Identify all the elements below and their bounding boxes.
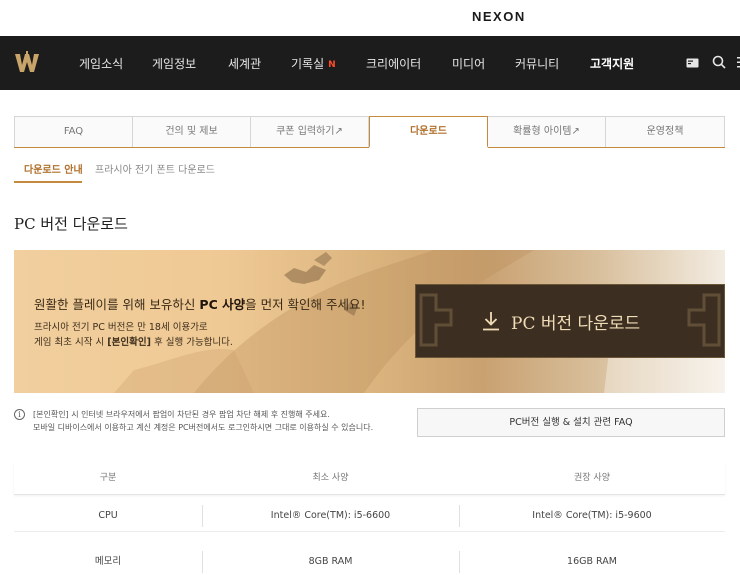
pc-download-label: PC 버전 다운로드	[511, 314, 641, 334]
notice-line1: [본인확인] 시 인터넷 브라우저에서 팝업이 차단된 경우 팝업 차단 해제 …	[33, 410, 330, 419]
tab-operation-policy[interactable]: 운영정책	[605, 116, 725, 148]
nav-item-world[interactable]: 세계관	[228, 55, 261, 72]
tab-suggestion[interactable]: 건의 및 제보	[132, 116, 251, 148]
tab-probability-items[interactable]: 확률형 아이템↗	[487, 116, 606, 148]
support-tabs: FAQ 건의 및 제보 쿠폰 입력하기↗ 다운로드 확률형 아이템↗ 운영정책	[14, 116, 725, 148]
banner-headline-bold: PC 사양	[199, 297, 246, 312]
nav-item-support[interactable]: 고객지원	[590, 55, 634, 72]
ornament-right-icon	[687, 293, 721, 347]
spec-header-minimum: 최소 사양	[312, 473, 349, 483]
tab-coupon[interactable]: 쿠폰 입력하기↗	[250, 116, 369, 148]
download-banner: 원활한 플레이를 위해 보유하신 PC 사양을 먼저 확인해 주세요! 프라시아…	[14, 250, 725, 393]
page-title: PC 버전 다운로드	[14, 215, 128, 233]
spec-cell-recommended: Intel® Core(TM): i5-9600	[532, 510, 652, 521]
nav-item-game-news[interactable]: 게임소식	[79, 55, 123, 72]
banner-headline-post: 을 먼저 확인해 주세요!	[245, 297, 366, 312]
spec-cell-category: 메모리	[94, 556, 122, 567]
spec-cell-minimum: Intel® Core(TM): i5-6600	[270, 510, 391, 521]
subtab-active-indicator	[14, 181, 82, 183]
nav-item-game-info[interactable]: 게임정보	[152, 55, 196, 72]
tab-faq[interactable]: FAQ	[14, 116, 133, 148]
banner-sub-line2-pre: 게임 최초 시작 시	[34, 337, 108, 348]
spec-header-recommended: 권장 사양	[574, 473, 610, 483]
banner-headline: 원활한 플레이를 위해 보유하신 PC 사양을 먼저 확인해 주세요!	[34, 294, 366, 313]
banner-sub-line2: 게임 최초 시작 시 [본인확인] 후 실행 가능합니다.	[34, 335, 233, 350]
info-icon: i	[14, 409, 25, 420]
menu-card-icon[interactable]	[686, 58, 699, 68]
new-badge: N	[328, 60, 336, 70]
table-row: 메모리 8GB RAM 16GB RAM	[14, 545, 725, 575]
subtab-download-guide[interactable]: 다운로드 안내	[24, 161, 83, 176]
spec-cell-recommended: 16GB RAM	[567, 556, 617, 567]
pc-faq-button[interactable]: PC버전 실행 & 설치 관련 FAQ	[417, 408, 725, 437]
game-logo-icon[interactable]	[14, 51, 40, 75]
banner-headline-pre: 원활한 플레이를 위해 보유하신	[34, 297, 200, 312]
banner-sub-line1: 프라시아 전기 PC 버전은 만 18세 이용가로	[34, 322, 208, 333]
spec-table-header: 구분 최소 사양 권장 사양	[14, 462, 725, 495]
main-navigation: 게임소식 게임정보 세계관 기록실 N 크리에이터 미디어 커뮤니티 고객지원	[0, 36, 740, 90]
notice-text: [본인확인] 시 인터넷 브라우저에서 팝업이 차단된 경우 팝업 차단 해제 …	[33, 408, 373, 434]
tab-download[interactable]: 다운로드	[369, 116, 488, 148]
nav-item-community[interactable]: 커뮤니티	[515, 55, 559, 72]
search-icon[interactable]	[712, 55, 726, 69]
notice-line2: 모바일 디바이스에서 이용하고 계신 계정은 PC버전에서도 로그인하시면 그대…	[33, 423, 374, 432]
ornament-left-icon	[419, 293, 453, 347]
spec-cell-minimum: 8GB RAM	[308, 556, 353, 567]
nexon-logo[interactable]: NEXON	[472, 9, 526, 24]
download-icon	[483, 312, 499, 331]
spec-header-category: 구분	[99, 473, 117, 483]
spec-cell-category: CPU	[98, 510, 118, 521]
table-row: CPU Intel® Core(TM): i5-6600 Intel® Core…	[14, 499, 725, 532]
pc-download-button[interactable]: PC 버전 다운로드	[415, 284, 725, 358]
nav-item-records[interactable]: 기록실 N	[291, 55, 336, 72]
subtab-font-download[interactable]: 프라시아 전기 폰트 다운로드	[95, 161, 215, 176]
banner-subtext: 프라시아 전기 PC 버전은 만 18세 이용가로 게임 최초 시작 시 [본인…	[34, 320, 233, 350]
banner-sub-line2-post: 후 실행 가능합니다.	[150, 337, 233, 348]
nav-item-media[interactable]: 미디어	[452, 55, 485, 72]
nav-item-creator[interactable]: 크리에이터	[366, 55, 421, 72]
banner-sub-line2-bold: [본인확인]	[107, 337, 151, 348]
nav-item-records-label: 기록실	[291, 57, 325, 71]
top-brand-bar: NEXON	[0, 0, 740, 36]
